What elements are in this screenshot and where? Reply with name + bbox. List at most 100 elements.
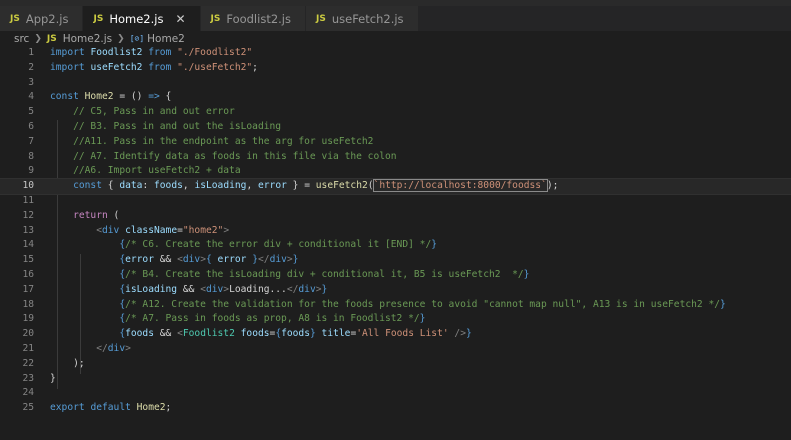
code-token: /* B4. Create the isLoading div + condit… — [125, 268, 524, 280]
code-line[interactable]: 8 // A7. Identify data as foods in this … — [0, 150, 791, 165]
code-line[interactable]: 13 <div className="home2"> — [0, 224, 791, 239]
breadcrumb-symbol[interactable]: Home2 — [147, 33, 185, 45]
code-line[interactable]: 1 import Foodlist2 from "./Foodlist2" — [0, 46, 791, 61]
code-token: `http://localhost:8000/foodss` — [372, 179, 548, 193]
code-text: return ( — [50, 209, 119, 224]
line-number: 18 — [22, 298, 34, 310]
tab-home2[interactable]: JS Home2.js ✕ — [83, 6, 201, 31]
tab-foodlist2[interactable]: JS Foodlist2.js — [200, 6, 306, 31]
js-file-icon: JS — [46, 33, 57, 44]
code-line[interactable]: 23} — [0, 372, 791, 387]
code-text: {/* A7. Pass in foods as prop, A8 is in … — [50, 312, 425, 327]
code-token: > — [223, 224, 230, 236]
code-token: ( — [367, 180, 374, 192]
line-number: 2 — [28, 61, 34, 73]
code-line[interactable]: 25 export default Home2; — [0, 401, 791, 416]
code-line[interactable]: 3 — [0, 76, 791, 91]
tab-usefetch2[interactable]: JS useFetch2.js — [306, 6, 419, 31]
code-token: /> — [454, 328, 466, 340]
code-token: foods — [281, 328, 310, 340]
code-line[interactable]: 17 {isLoading && <div>Loading...</div>} — [0, 283, 791, 298]
code-token: Home2 — [84, 91, 114, 103]
code-token: } = — [286, 180, 316, 192]
code-text: export default Home2; — [50, 401, 171, 416]
code-line[interactable]: 9 //A6. Import useFetch2 + data — [0, 164, 791, 179]
code-text: // A7. Identify data as foods in this fi… — [50, 150, 396, 165]
breadcrumb-file[interactable]: Home2.js — [63, 33, 112, 45]
code-line[interactable]: 16 {/* B4. Create the isLoading div + co… — [0, 268, 791, 283]
code-line[interactable]: 21 </div> — [0, 342, 791, 357]
line-number: 16 — [22, 268, 34, 280]
code-line[interactable]: 19 {/* A7. Pass in foods as prop, A8 is … — [0, 312, 791, 327]
code-token: ); — [50, 357, 85, 369]
code-text: //A11. Pass in the endpoint as the arg f… — [50, 135, 373, 150]
code-line[interactable]: 24 — [0, 386, 791, 401]
code-token: Loading... — [229, 283, 287, 295]
code-token: data — [119, 180, 143, 192]
code-text: // C5, Pass in and out error — [50, 105, 235, 120]
code-token: isLoading — [125, 283, 178, 295]
line-number: 25 — [22, 402, 34, 414]
line-number: 20 — [22, 328, 34, 340]
code-token: foods — [240, 328, 270, 340]
code-token: from — [142, 47, 178, 58]
code-line[interactable]: 5 // C5, Pass in and out error — [0, 105, 791, 120]
code-line[interactable]: 7 //A11. Pass in the endpoint as the arg… — [0, 135, 791, 150]
line-number: 1 — [28, 47, 34, 58]
breadcrumb: src ❯ JS Home2.js ❯ [⊘] Home2 — [0, 31, 791, 46]
js-file-icon: JS — [316, 13, 326, 24]
code-token: div — [269, 254, 287, 266]
code-token: } — [246, 254, 258, 266]
code-line[interactable]: 18 {/* A12. Create the validation for th… — [0, 298, 791, 313]
code-line[interactable]: 6 // B3. Pass in and out the isLoading — [0, 120, 791, 135]
code-token: } — [523, 268, 530, 280]
code-token: { — [107, 180, 120, 192]
code-text: ); — [50, 357, 85, 372]
code-token: 'All Foods List' — [356, 328, 449, 340]
code-text: {/* B4. Create the isLoading div + condi… — [50, 268, 529, 283]
code-text: {error && <div>{ error }</div>} — [50, 253, 298, 268]
code-token: } — [419, 313, 426, 325]
code-editor[interactable]: 1 import Foodlist2 from "./Foodlist2" 2 imp… — [0, 46, 791, 416]
code-token: Foodlist2 — [182, 328, 241, 340]
code-token: // C5, Pass in and out error — [73, 106, 235, 118]
close-icon[interactable]: ✕ — [175, 12, 185, 26]
code-token: import — [50, 47, 91, 58]
line-number: 19 — [22, 313, 34, 325]
line-number: 3 — [28, 76, 34, 88]
code-line[interactable]: 22 ); — [0, 357, 791, 372]
code-text: import Foodlist2 from "./Foodlist2" — [50, 46, 252, 61]
variable-symbol-icon: [⊘] — [129, 34, 145, 43]
code-text: // B3. Pass in and out the isLoading — [50, 120, 281, 135]
tab-app2[interactable]: JS App2.js — [0, 6, 84, 31]
line-number: 13 — [22, 224, 34, 236]
code-token: } — [50, 372, 56, 384]
code-token: } — [720, 298, 726, 310]
code-line[interactable]: 11 — [0, 194, 791, 209]
code-line[interactable]: 4 const Home2 = () => { — [0, 90, 791, 105]
code-line[interactable]: 20 {foods && <Foodlist2 foods={foods} ti… — [0, 327, 791, 342]
code-line[interactable]: 12 return ( — [0, 209, 791, 224]
code-text: {isLoading && <div>Loading...</div>} — [50, 283, 327, 298]
tab-label: App2.js — [25, 11, 69, 26]
code-text: const Home2 = () => { — [50, 90, 171, 105]
code-token: isLoading — [194, 180, 247, 192]
code-token: "home2" — [182, 224, 224, 236]
code-line[interactable]: 15 {error && <div>{ error }</div>} — [0, 253, 791, 268]
code-token: && — [153, 254, 178, 266]
breadcrumb-folder[interactable]: src — [14, 33, 29, 45]
code-text: <div className="home2"> — [50, 224, 229, 239]
code-token: , — [246, 180, 258, 192]
code-line[interactable]: 14 {/* C6. Create the error div + condit… — [0, 238, 791, 253]
code-token: </ — [258, 254, 270, 266]
code-token: error — [217, 254, 247, 266]
code-line[interactable]: 2 import useFetch2 from "./useFetch2"; — [0, 61, 791, 76]
code-line[interactable]: 10 const { data: foods, isLoading, error… — [0, 178, 791, 195]
